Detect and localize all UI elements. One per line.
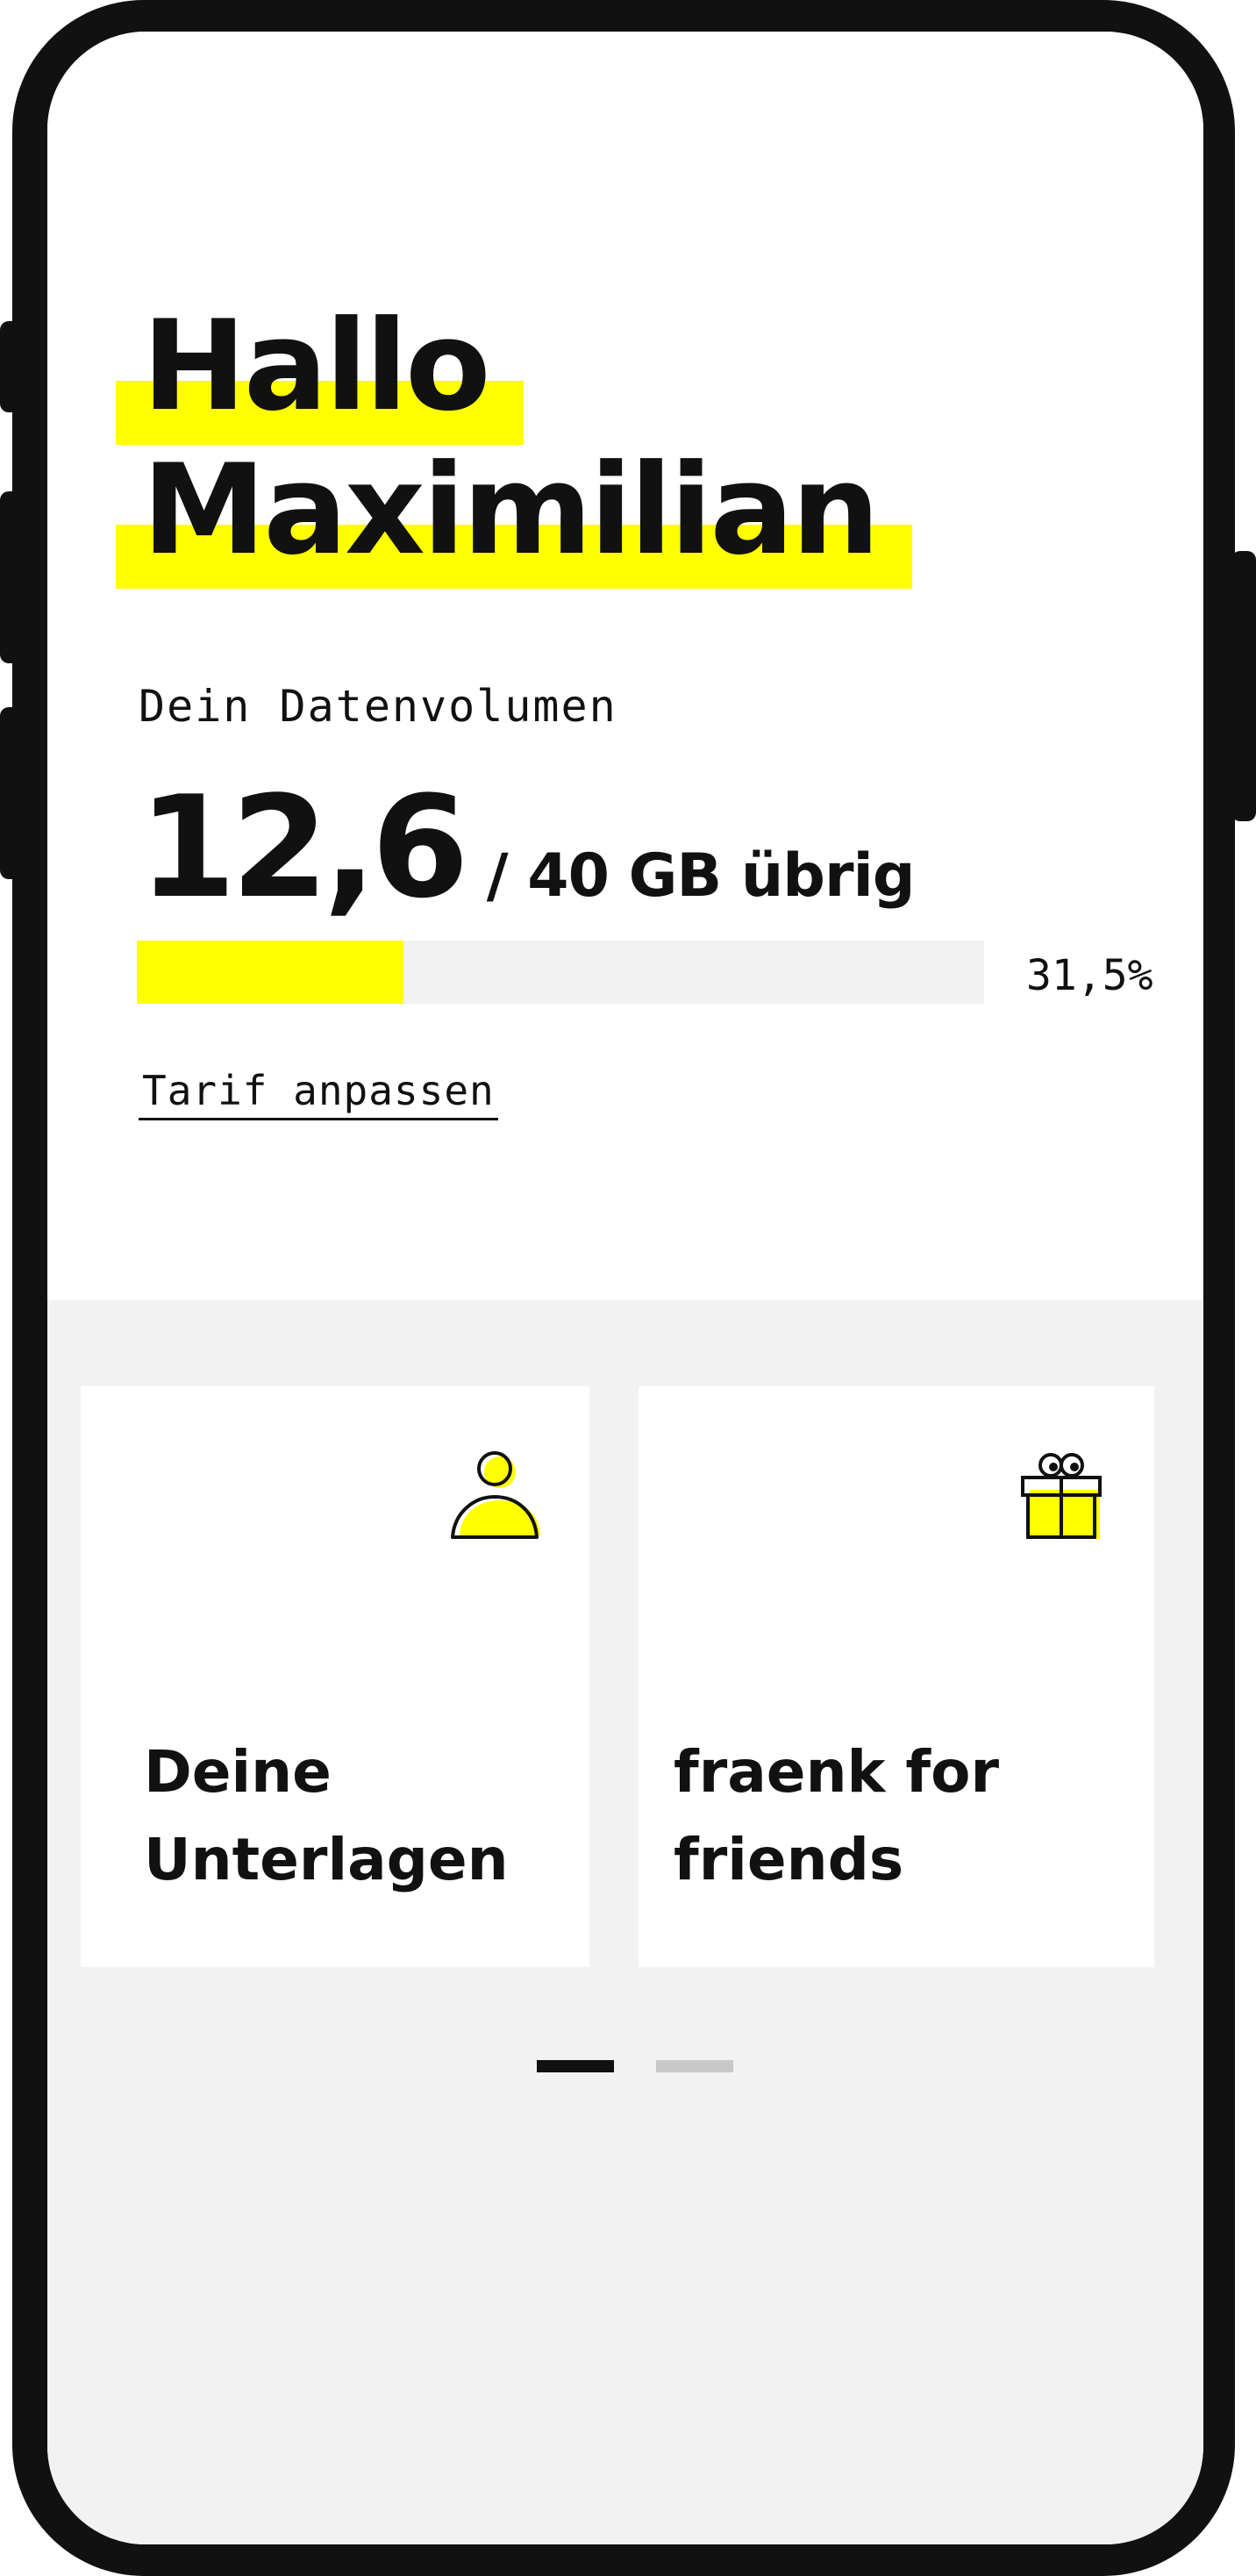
data-volume-label: Dein Datenvolumen xyxy=(139,681,617,732)
data-progress-percent: 31,5% xyxy=(1026,951,1153,1000)
person-icon xyxy=(451,1451,540,1539)
data-progress-fill xyxy=(137,941,404,1004)
greeting-heading: Hallo Maximilian xyxy=(115,294,913,589)
pager-indicator-1[interactable] xyxy=(537,2060,614,2072)
greeting-line-1: Hallo xyxy=(116,294,524,445)
carousel-pager xyxy=(47,2060,1203,2074)
refer-friends-card[interactable]: fraenk for friends xyxy=(639,1386,1154,1967)
data-remaining-value: 12,6 xyxy=(139,765,469,929)
documents-card-title: Deine Unterlagen xyxy=(144,1738,509,1893)
refer-friends-card-title: fraenk for friends xyxy=(674,1738,1000,1893)
data-volume-amount: 12,6 / 40 GB übrig xyxy=(139,765,916,929)
volume-up-button xyxy=(0,491,25,663)
data-total-text: / 40 GB übrig xyxy=(486,841,916,911)
app-screen: Hallo Maximilian Dein Datenvolumen 12,6 … xyxy=(47,32,1203,2544)
volume-down-button xyxy=(0,707,25,879)
data-overview-section: Hallo Maximilian Dein Datenvolumen 12,6 … xyxy=(47,32,1203,1300)
mute-switch xyxy=(0,321,25,412)
documents-card[interactable]: Deine Unterlagen xyxy=(81,1386,589,1967)
power-button xyxy=(1231,551,1256,821)
greeting-line-2: Maximilian xyxy=(115,438,913,589)
gift-icon xyxy=(1021,1453,1102,1539)
pager-indicator-2[interactable] xyxy=(656,2060,733,2072)
adjust-tariff-link[interactable]: Tarif anpassen xyxy=(139,1067,498,1120)
data-progress-bar xyxy=(137,941,984,1004)
